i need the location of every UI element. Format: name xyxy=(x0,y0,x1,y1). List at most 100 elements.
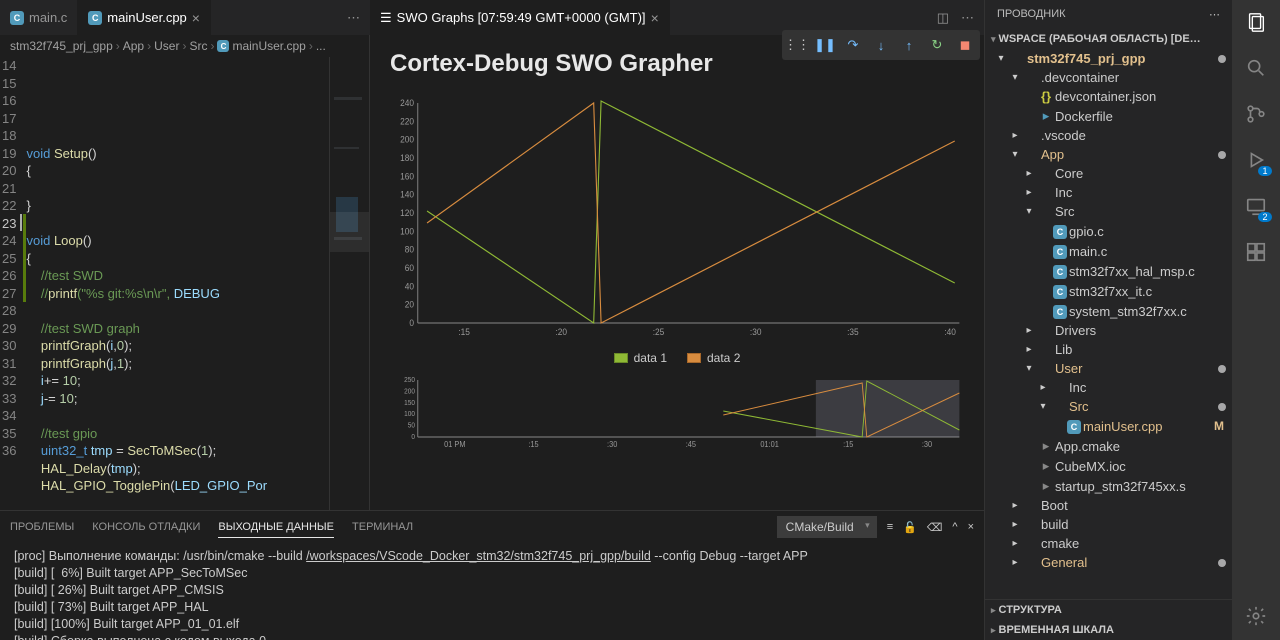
tree-item[interactable]: ▸CubeMX.ioc xyxy=(985,456,1232,476)
extensions-icon[interactable] xyxy=(1242,238,1270,266)
more-icon[interactable]: ⋯ xyxy=(1209,8,1220,21)
run-debug-icon[interactable]: 1 xyxy=(1242,146,1270,174)
tree-item[interactable]: ▸startup_stm32f745xx.s xyxy=(985,476,1232,496)
tree-item[interactable]: Cstm32f7xx_it.c xyxy=(985,281,1232,301)
svg-text:250: 250 xyxy=(404,377,415,384)
svg-text:20: 20 xyxy=(405,299,414,309)
tree-item[interactable]: ▾stm32f745_prj_gpp xyxy=(985,49,1232,68)
minimap[interactable] xyxy=(329,57,369,510)
step-out-button[interactable]: ↑ xyxy=(897,33,921,57)
outline-section[interactable]: ▸СТРУКТУРА xyxy=(985,600,1232,620)
svg-text:100: 100 xyxy=(400,226,414,236)
chart-main[interactable]: 020406080100120140160180200220240 :15:20… xyxy=(390,93,964,343)
tree-item[interactable]: ▸build xyxy=(985,515,1232,534)
preview-icon: ☰ xyxy=(380,10,392,26)
tree-item[interactable]: ▸App.cmake xyxy=(985,436,1232,456)
svg-text:140: 140 xyxy=(400,189,414,199)
svg-text:120: 120 xyxy=(400,208,414,218)
tree-item[interactable]: Cgpio.c xyxy=(985,221,1232,241)
svg-text::15: :15 xyxy=(528,440,538,449)
source-control-icon[interactable] xyxy=(1242,100,1270,128)
restart-button[interactable]: ↻ xyxy=(925,33,949,57)
chart-legend: data 1 data 2 xyxy=(390,351,964,365)
svg-text::25: :25 xyxy=(653,327,665,337)
code-editor[interactable]: 1415161718192021222324252627282930313233… xyxy=(0,57,369,510)
svg-text:220: 220 xyxy=(400,116,414,126)
svg-text::15: :15 xyxy=(458,327,470,337)
svg-text::40: :40 xyxy=(944,327,956,337)
tree-item[interactable]: Cmain.c xyxy=(985,241,1232,261)
close-panel-icon[interactable]: × xyxy=(968,521,974,533)
output-content[interactable]: [proc] Выполнение команды: /usr/bin/cmak… xyxy=(0,543,984,640)
more-icon[interactable]: ⋯ xyxy=(347,10,360,26)
svg-text::20: :20 xyxy=(555,327,567,337)
tree-item[interactable]: ▸Dockerfile xyxy=(985,106,1232,126)
chart-overview[interactable]: 050100150200250 01 PM:15:30:4501:01:15:3… xyxy=(390,375,964,450)
tab-output[interactable]: ВЫХОДНЫЕ ДАННЫЕ xyxy=(218,517,334,538)
svg-text:160: 160 xyxy=(400,171,414,181)
explorer-icon[interactable] xyxy=(1242,8,1270,36)
stop-button[interactable]: ◼ xyxy=(953,33,977,57)
tab-problems[interactable]: ПРОБЛЕМЫ xyxy=(10,517,74,537)
tree-item[interactable]: Csystem_stm32f7xx.c xyxy=(985,301,1232,321)
tree-item[interactable]: ▸.vscode xyxy=(985,126,1232,145)
workspace-header[interactable]: ▾WSPACE (РАБОЧАЯ ОБЛАСТЬ) [DE… xyxy=(985,29,1232,49)
svg-text:180: 180 xyxy=(400,153,414,163)
split-editor-icon[interactable]: ◫ xyxy=(937,10,949,26)
breadcrumb[interactable]: stm32f745_prj_gpp› App› User› Src› C mai… xyxy=(0,35,369,57)
svg-text:60: 60 xyxy=(405,263,414,273)
tree-item[interactable]: ▾App xyxy=(985,145,1232,164)
svg-text:0: 0 xyxy=(409,318,414,328)
tree-item[interactable]: ▾User xyxy=(985,359,1232,378)
tab-terminal[interactable]: ТЕРМИНАЛ xyxy=(352,517,413,537)
tree-item[interactable]: ▾Src xyxy=(985,202,1232,221)
pause-button[interactable]: ❚❚ xyxy=(813,33,837,57)
tree-item[interactable]: CmainUser.cppM xyxy=(985,416,1232,436)
svg-text::30: :30 xyxy=(922,440,932,449)
tree-item[interactable]: {}devcontainer.json xyxy=(985,87,1232,106)
close-icon[interactable]: × xyxy=(651,10,659,26)
remote-icon[interactable]: 2 xyxy=(1242,192,1270,220)
output-channel-select[interactable]: CMake/Build ▾ xyxy=(777,516,877,538)
tree-item[interactable]: ▸cmake xyxy=(985,534,1232,553)
svg-text:01 PM: 01 PM xyxy=(444,440,465,449)
svg-text:100: 100 xyxy=(404,411,415,418)
step-over-button[interactable]: ↷ xyxy=(841,33,865,57)
tree-item[interactable]: ▸Inc xyxy=(985,378,1232,397)
svg-text:200: 200 xyxy=(404,388,415,395)
tree-item[interactable]: ▾Src xyxy=(985,397,1232,416)
clear-icon[interactable]: ⌫ xyxy=(927,521,943,534)
tree-item[interactable]: ▸Drivers xyxy=(985,321,1232,340)
more-icon[interactable]: ⋯ xyxy=(961,10,974,26)
tab-debug-console[interactable]: КОНСОЛЬ ОТЛАДКИ xyxy=(92,517,200,537)
c-file-icon: C xyxy=(10,11,24,25)
panel-tabs: ПРОБЛЕМЫ КОНСОЛЬ ОТЛАДКИ ВЫХОДНЫЕ ДАННЫЕ… xyxy=(0,511,984,543)
settings-icon[interactable] xyxy=(1242,602,1270,630)
expand-icon[interactable]: ^ xyxy=(952,521,957,533)
search-icon[interactable] xyxy=(1242,54,1270,82)
tree-item[interactable]: ▾.devcontainer xyxy=(985,68,1232,87)
tree-item[interactable]: ▸General xyxy=(985,553,1232,572)
drag-handle-icon[interactable]: ⋮⋮ xyxy=(785,33,809,57)
tab-mainuser-cpp[interactable]: CmainUser.cpp× xyxy=(78,0,211,35)
tree-item[interactable]: ▸Core xyxy=(985,164,1232,183)
editor-tabs-left: Cmain.c CmainUser.cpp× xyxy=(0,0,337,35)
svg-text:40: 40 xyxy=(405,281,414,291)
tree-item[interactable]: Cstm32f7xx_hal_msp.c xyxy=(985,261,1232,281)
cpp-file-icon: C xyxy=(88,11,102,25)
svg-text::15: :15 xyxy=(843,440,853,449)
close-icon[interactable]: × xyxy=(192,10,200,26)
svg-text::30: :30 xyxy=(750,327,762,337)
tree-item[interactable]: ▸Lib xyxy=(985,340,1232,359)
step-into-button[interactable]: ↓ xyxy=(869,33,893,57)
activity-bar: 1 2 xyxy=(1232,0,1280,640)
tree-item[interactable]: ▸Inc xyxy=(985,183,1232,202)
timeline-section[interactable]: ▸ВРЕМЕННАЯ ШКАЛА xyxy=(985,620,1232,640)
tab-swo-graphs[interactable]: ☰SWO Graphs [07:59:49 GMT+0000 (GMT)]× xyxy=(370,0,670,35)
filter-icon[interactable]: ≡ xyxy=(887,521,893,533)
tree-item[interactable]: ▸Boot xyxy=(985,496,1232,515)
svg-text:150: 150 xyxy=(404,400,415,407)
tab-main-c[interactable]: Cmain.c xyxy=(0,0,78,35)
svg-text:01:01: 01:01 xyxy=(760,440,778,449)
lock-icon[interactable]: 🔓 xyxy=(903,521,917,534)
